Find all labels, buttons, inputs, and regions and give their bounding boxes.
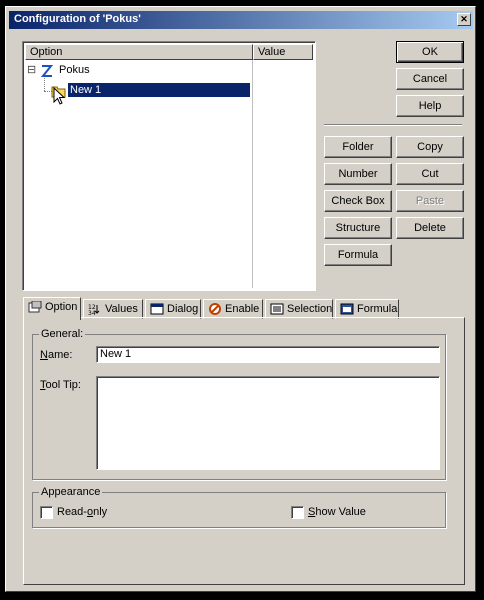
checkbox-label: Check Box (331, 195, 385, 207)
structure-button[interactable]: Structure (324, 217, 392, 239)
values-tab-icon: 1234 (88, 304, 100, 315)
help-button[interactable]: Help (396, 95, 464, 117)
close-icon: ✕ (460, 14, 468, 24)
tab-panel-option: General: Name: New 1 Tool Tip: Appearanc… (23, 317, 465, 585)
tree-connector (44, 78, 46, 91)
cancel-label: Cancel (412, 73, 448, 85)
tab-values-label: Values (105, 303, 138, 315)
showvalue-checkbox[interactable] (291, 506, 304, 519)
option-tree[interactable]: Option Value ⊟ Pokus New 1 (22, 41, 316, 291)
cut-label: Cut (421, 168, 439, 180)
folder-label: Folder (342, 141, 374, 153)
separator (324, 124, 462, 126)
readonly-label[interactable]: Read-only (57, 506, 107, 518)
paste-button[interactable]: Paste (396, 190, 464, 212)
structure-label: Structure (335, 222, 381, 234)
tab-formula-label: Formula (357, 303, 398, 315)
column-header-value[interactable]: Value (253, 44, 313, 60)
tree-item-label-selected: New 1 (68, 83, 250, 97)
appearance-group: Appearance Read-only Show Value (32, 486, 446, 528)
tab-dialog-label: Dialog (167, 303, 199, 315)
delete-button[interactable]: Delete (396, 217, 464, 239)
column-header-value-label: Value (258, 46, 286, 58)
formula-button[interactable]: Formula (324, 244, 392, 266)
tab-selection-label: Selection (287, 303, 333, 315)
name-field[interactable]: New 1 (96, 346, 440, 363)
cut-button[interactable]: Cut (396, 163, 464, 185)
column-header-option-label: Option (30, 46, 63, 58)
showvalue-label[interactable]: Show Value (308, 506, 366, 518)
column-header-option[interactable]: Option (25, 44, 253, 60)
folder-button[interactable]: Folder (324, 136, 392, 158)
dialog-tab-icon (150, 303, 164, 315)
tooltip-label: Tool Tip: (40, 379, 81, 391)
help-label: Help (418, 100, 442, 112)
formula-label: Formula (337, 249, 379, 261)
paste-label: Paste (415, 195, 445, 207)
copy-button[interactable]: Copy (396, 136, 464, 158)
window-title: Configuration of 'Pokus' (14, 13, 141, 25)
tab-option[interactable]: Option (23, 297, 81, 320)
name-label: Name: (40, 349, 73, 361)
enable-tab-icon (209, 303, 221, 316)
tab-option-label: Option (45, 301, 78, 313)
z-sum-icon (40, 65, 54, 77)
ok-label: OK (422, 46, 438, 58)
tab-dialog[interactable]: Dialog (145, 299, 201, 319)
tab-enable[interactable]: Enable (203, 299, 263, 319)
delete-label: Delete (414, 222, 446, 234)
selection-tab-icon (270, 303, 284, 315)
collapse-icon[interactable]: ⊟ (27, 63, 36, 76)
tab-selection[interactable]: Selection (265, 299, 333, 319)
tab-values[interactable]: 12 34 Values (83, 299, 143, 319)
readonly-checkbox[interactable] (40, 506, 53, 519)
appearance-group-label: Appearance (39, 486, 103, 498)
tooltip-field[interactable] (96, 376, 440, 470)
configuration-dialog: Configuration of 'Pokus' ✕ Option Value … (5, 6, 476, 592)
checkbox-button[interactable]: Check Box (324, 190, 392, 212)
option-tab-icon (28, 301, 42, 313)
name-field-value: New 1 (100, 348, 132, 360)
svg-text:34: 34 (88, 310, 96, 315)
general-group: General: Name: New 1 Tool Tip: (32, 328, 446, 480)
title-bar[interactable]: Configuration of 'Pokus' ✕ (9, 11, 473, 29)
close-button[interactable]: ✕ (457, 13, 471, 26)
copy-label: Copy (417, 141, 443, 153)
tree-item-label: Pokus (59, 64, 90, 76)
column-divider (252, 60, 253, 288)
tab-enable-label: Enable (225, 303, 260, 315)
tab-formula[interactable]: Formula (335, 299, 399, 319)
number-label: Number (338, 168, 378, 180)
formula-tab-icon (340, 303, 354, 315)
number-button[interactable]: Number (324, 163, 392, 185)
ok-button[interactable]: OK (396, 41, 464, 63)
cancel-button[interactable]: Cancel (396, 68, 464, 90)
general-group-label: General: (39, 328, 86, 340)
mouse-cursor-icon (53, 87, 66, 105)
